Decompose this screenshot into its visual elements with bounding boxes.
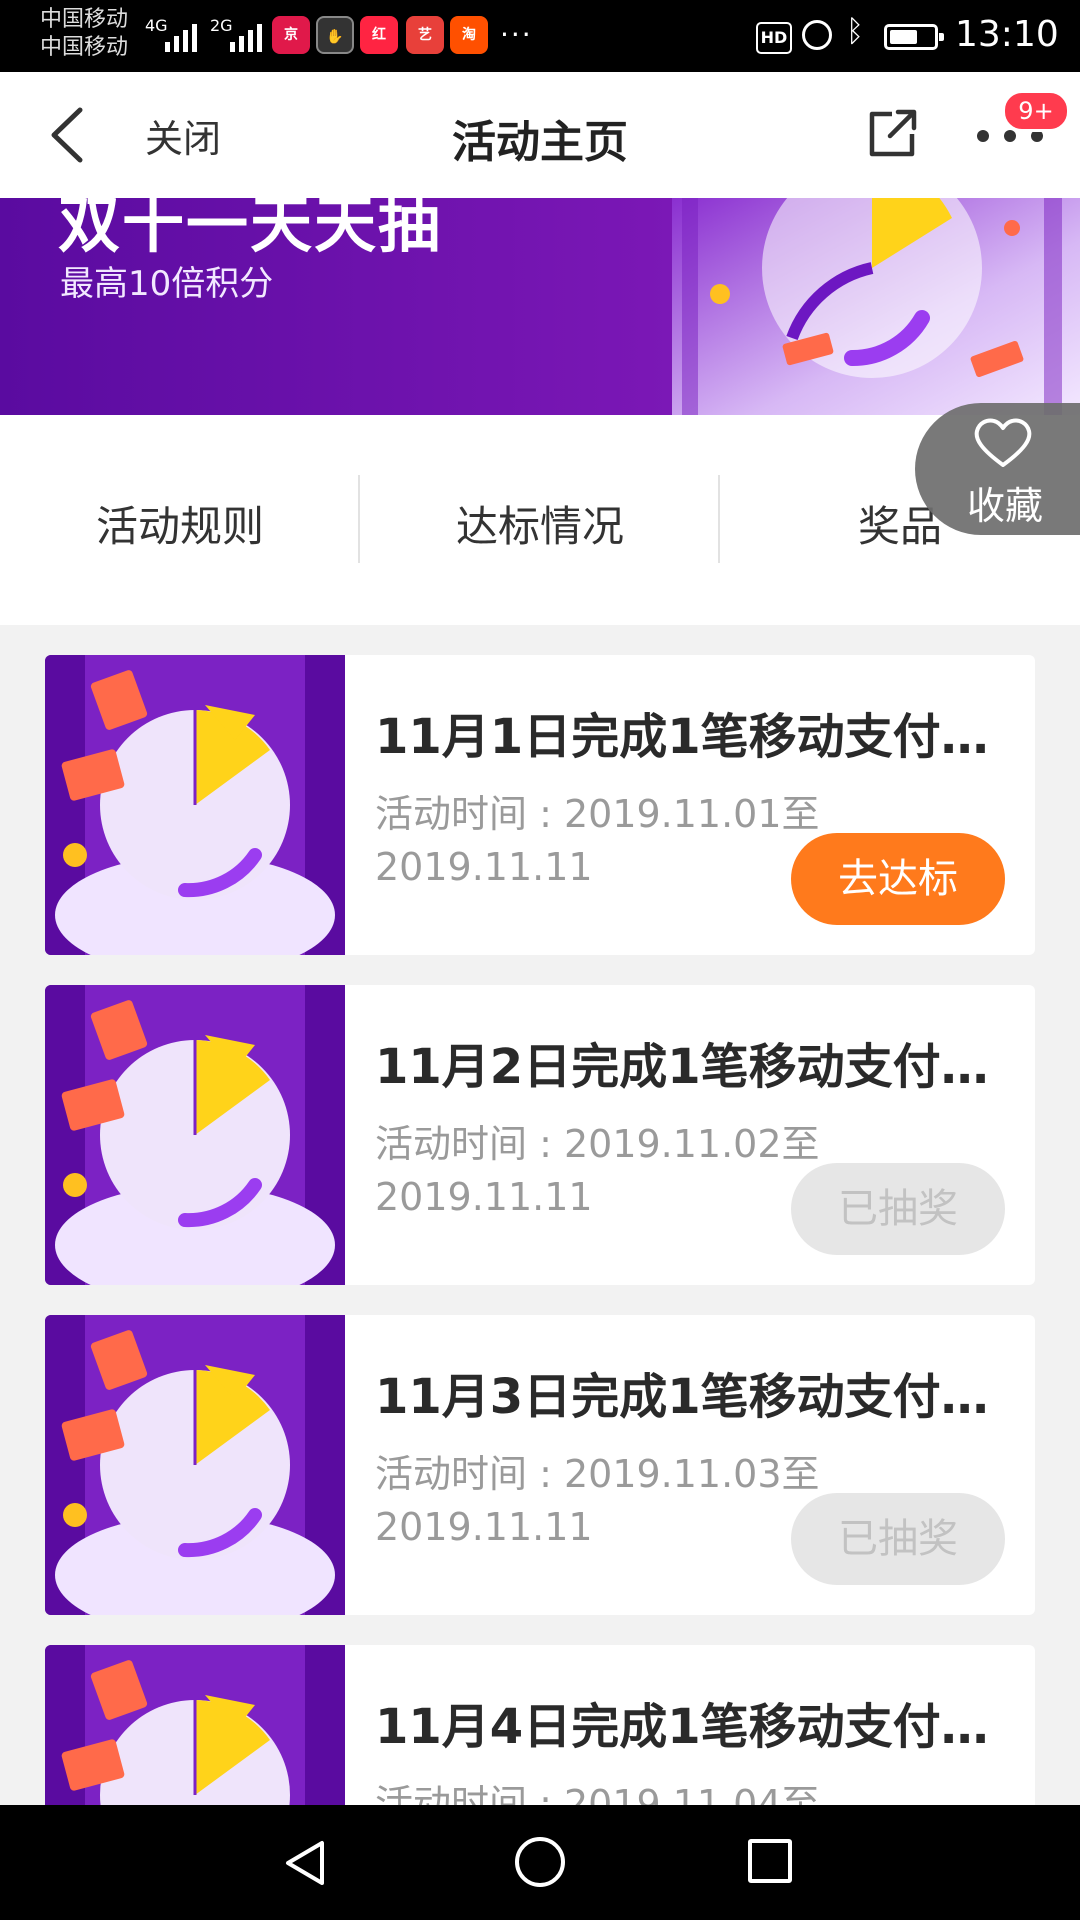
activity-time-end: 2019.11.11 <box>375 1175 593 1219</box>
notification-badge: 9+ <box>1002 90 1070 132</box>
more-notifications-icon: ··· <box>500 18 533 51</box>
alarm-icon <box>802 20 832 50</box>
status-bar: 中国移动 中国移动 4G 2G 京 ✋ 红 艺 淘 ··· HD ᛒ 13:10 <box>0 0 1080 72</box>
activity-thumbnail <box>45 985 345 1285</box>
signal-bars-2-icon <box>230 18 262 52</box>
favorite-button[interactable]: 收藏 <box>915 403 1080 535</box>
xiaohongshu-app-icon: 红 <box>360 16 398 54</box>
activity-thumbnail <box>45 1315 345 1615</box>
top-nav-bar: 关闭 活动主页 9+ <box>0 72 1080 198</box>
activity-list[interactable]: 11月1日完成1笔移动支付… 活动时间 : 2019.11.01至 2019.1… <box>0 625 1080 1805</box>
system-home-icon[interactable] <box>515 1837 565 1887</box>
battery-fill <box>890 30 917 44</box>
activity-time-start: 活动时间 : 2019.11.01至 <box>375 792 820 836</box>
activity-time-start: 活动时间 : 2019.11.03至 <box>375 1452 820 1496</box>
banner-subtitle: 最高10倍积分 <box>60 264 274 304</box>
paw-app-icon: ✋ <box>316 16 354 54</box>
already-drawn-button[interactable]: 已抽奖 <box>791 1493 1005 1585</box>
bird-app-icon: 艺 <box>406 16 444 54</box>
jd-app-icon: 京 <box>272 16 310 54</box>
clock-promo-illustration <box>672 198 1080 415</box>
activity-thumbnail <box>45 655 345 955</box>
activity-title: 11月2日完成1笔移动支付… <box>375 1039 989 1095</box>
go-qualify-button[interactable]: 去达标 <box>791 833 1005 925</box>
activity-title: 11月4日完成1笔移动支付… <box>375 1699 989 1755</box>
activity-title: 11月1日完成1笔移动支付… <box>375 709 989 765</box>
system-navigation-bar <box>0 1805 1080 1920</box>
bluetooth-icon: ᛒ <box>846 14 864 49</box>
list-item[interactable]: 11月3日完成1笔移动支付… 活动时间 : 2019.11.03至 2019.1… <box>45 1315 1035 1615</box>
favorite-label: 收藏 <box>967 484 1044 528</box>
share-button[interactable] <box>862 104 922 164</box>
activity-time-end: 2019.11.11 <box>375 1505 593 1549</box>
activity-time-end: 2019.11.11 <box>375 845 593 889</box>
tab-rules[interactable]: 活动规则 <box>0 493 360 554</box>
heart-icon <box>974 418 1032 467</box>
tab-progress[interactable]: 达标情况 <box>360 493 720 554</box>
banner-title: 双十一天天抽 <box>58 198 443 261</box>
list-item[interactable]: 11月4日完成1笔移动支付… 活动时间 : 2019.11.04至 <box>45 1645 1035 1805</box>
list-item[interactable]: 11月2日完成1笔移动支付… 活动时间 : 2019.11.02至 2019.1… <box>45 985 1035 1285</box>
system-recents-icon[interactable] <box>748 1839 792 1883</box>
share-icon <box>869 109 917 157</box>
carrier-1: 中国移动 <box>40 7 129 32</box>
activity-thumbnail <box>45 1645 345 1805</box>
system-back-icon[interactable] <box>280 1837 332 1889</box>
activity-time-start: 活动时间 : 2019.11.02至 <box>375 1122 820 1166</box>
list-item[interactable]: 11月1日完成1笔移动支付… 活动时间 : 2019.11.01至 2019.1… <box>45 655 1035 955</box>
campaign-banner[interactable]: 双十一天天抽 最高10倍积分 <box>0 198 1080 415</box>
clock-time: 13:10 <box>955 14 1059 55</box>
already-drawn-button[interactable]: 已抽奖 <box>791 1163 1005 1255</box>
signal-bars-1-icon <box>165 18 197 52</box>
activity-time-start: 活动时间 : 2019.11.04至 <box>375 1782 820 1805</box>
taobao-app-icon: 淘 <box>450 16 488 54</box>
battery-icon <box>884 24 944 50</box>
activity-title: 11月3日完成1笔移动支付… <box>375 1369 989 1425</box>
hd-icon: HD <box>756 22 792 54</box>
carrier-2: 中国移动 <box>40 35 129 60</box>
carrier-labels: 中国移动 中国移动 <box>40 6 128 62</box>
